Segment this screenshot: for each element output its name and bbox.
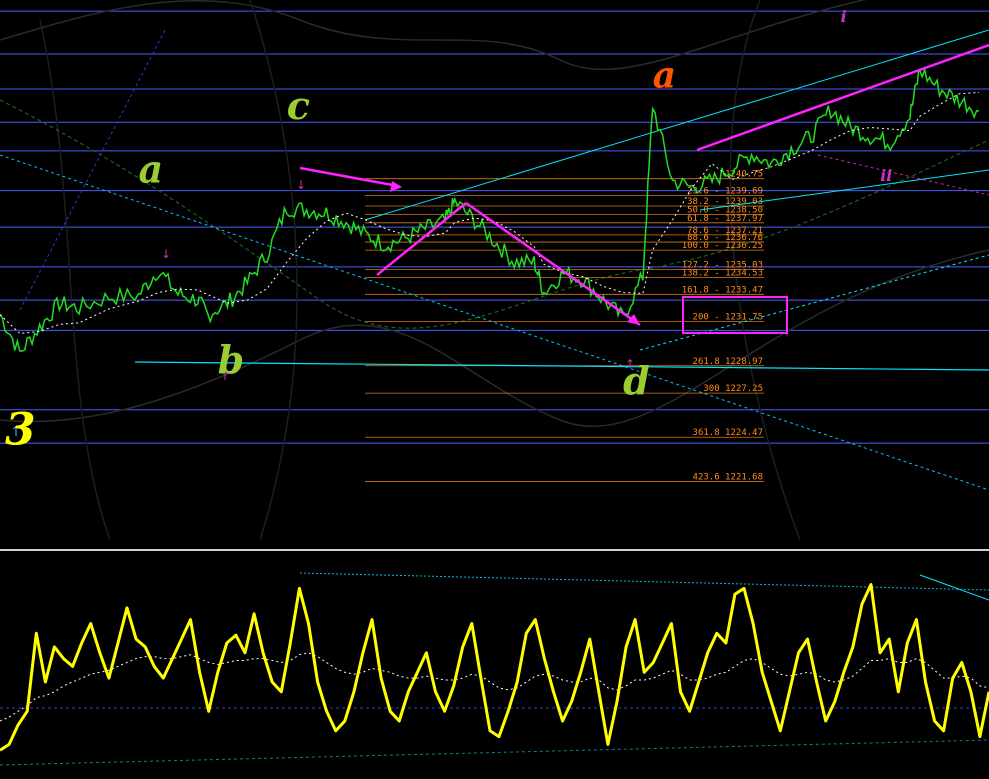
wave-label: a (653, 54, 676, 96)
chart-canvas: 1240.7523.6 - 1239.6938.2 - 1239.0350.0 … (0, 0, 989, 779)
fib-level-label: 300 1227.25 (703, 384, 763, 394)
wave-label: b (218, 337, 245, 382)
wave-label: i (841, 7, 847, 26)
fib-level-label: 200 - 1231.75 (693, 313, 763, 323)
wave-label: d (623, 358, 650, 403)
svg-text:↓: ↓ (161, 247, 171, 261)
fib-level-label: 61.8 - 1237.97 (687, 214, 763, 224)
wave-label: ii (880, 166, 892, 185)
fib-level-label: 100.0 - 1236.25 (682, 241, 763, 251)
svg-text:↓: ↓ (296, 178, 306, 192)
fib-level-label: 423.6 1221.68 (693, 473, 763, 483)
wave-label: c (287, 83, 310, 128)
fib-level-label: 361.8 1224.47 (693, 428, 763, 438)
fib-level-label: 138.2 - 1234.53 (682, 268, 763, 278)
fib-level-label: 161.8 - 1233.47 (682, 285, 763, 295)
wave-label: 3 (5, 405, 36, 456)
wave-label: a (138, 147, 163, 192)
fib-level-label: 261.8 1228.97 (693, 357, 763, 367)
